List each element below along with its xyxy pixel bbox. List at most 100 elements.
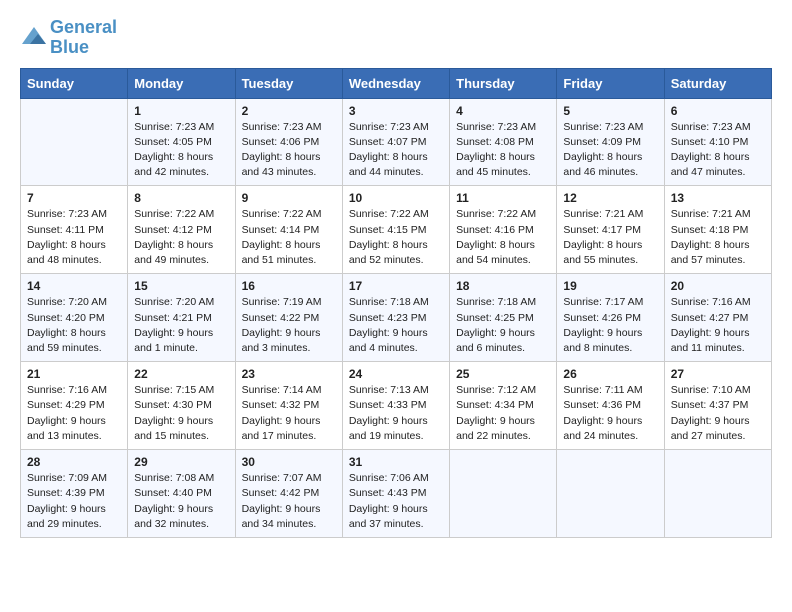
day-number: 8 xyxy=(134,191,228,205)
cell-info-line: Daylight: 9 hours xyxy=(242,502,336,517)
cell-info-line: Sunrise: 7:20 AM xyxy=(134,295,228,310)
cell-info-line: Sunset: 4:32 PM xyxy=(242,398,336,413)
cell-info-line: Sunset: 4:09 PM xyxy=(563,135,657,150)
cell-info-line: Sunrise: 7:22 AM xyxy=(242,207,336,222)
day-number: 26 xyxy=(563,367,657,381)
header-cell-wednesday: Wednesday xyxy=(342,68,449,98)
cell-info-line: Sunrise: 7:19 AM xyxy=(242,295,336,310)
day-number: 5 xyxy=(563,104,657,118)
cell-info-line: Sunrise: 7:17 AM xyxy=(563,295,657,310)
cell-info-line: Daylight: 8 hours xyxy=(563,238,657,253)
day-number: 7 xyxy=(27,191,121,205)
calendar-cell: 17Sunrise: 7:18 AMSunset: 4:23 PMDayligh… xyxy=(342,274,449,362)
header-cell-tuesday: Tuesday xyxy=(235,68,342,98)
cell-info-line: Daylight: 8 hours xyxy=(563,150,657,165)
header: General Blue xyxy=(20,18,772,58)
day-number: 2 xyxy=(242,104,336,118)
calendar-cell: 30Sunrise: 7:07 AMSunset: 4:42 PMDayligh… xyxy=(235,450,342,538)
cell-info-line: Daylight: 8 hours xyxy=(242,150,336,165)
cell-info-line: Sunrise: 7:22 AM xyxy=(134,207,228,222)
cell-info-line: and 24 minutes. xyxy=(563,429,657,444)
cell-info-line: Sunset: 4:29 PM xyxy=(27,398,121,413)
calendar-cell: 2Sunrise: 7:23 AMSunset: 4:06 PMDaylight… xyxy=(235,98,342,186)
cell-info-line: and 45 minutes. xyxy=(456,165,550,180)
cell-info-line: and 52 minutes. xyxy=(349,253,443,268)
cell-info-line: and 6 minutes. xyxy=(456,341,550,356)
day-number: 20 xyxy=(671,279,765,293)
cell-info-line: Sunset: 4:05 PM xyxy=(134,135,228,150)
calendar-cell xyxy=(21,98,128,186)
cell-info-line: Sunrise: 7:23 AM xyxy=(27,207,121,222)
cell-info-line: Sunrise: 7:22 AM xyxy=(456,207,550,222)
day-number: 3 xyxy=(349,104,443,118)
cell-info-line: and 57 minutes. xyxy=(671,253,765,268)
logo-icon xyxy=(20,24,48,52)
day-number: 10 xyxy=(349,191,443,205)
cell-info-line: Sunset: 4:33 PM xyxy=(349,398,443,413)
cell-info-line: and 46 minutes. xyxy=(563,165,657,180)
cell-info-line: Sunset: 4:34 PM xyxy=(456,398,550,413)
cell-info-line: Daylight: 8 hours xyxy=(134,150,228,165)
day-number: 31 xyxy=(349,455,443,469)
calendar-cell: 25Sunrise: 7:12 AMSunset: 4:34 PMDayligh… xyxy=(450,362,557,450)
cell-info-line: Daylight: 8 hours xyxy=(671,238,765,253)
cell-info-line: Daylight: 8 hours xyxy=(456,238,550,253)
calendar-cell xyxy=(557,450,664,538)
cell-info-line: Daylight: 9 hours xyxy=(349,326,443,341)
calendar-cell: 10Sunrise: 7:22 AMSunset: 4:15 PMDayligh… xyxy=(342,186,449,274)
cell-info-line: Daylight: 8 hours xyxy=(134,238,228,253)
day-number: 6 xyxy=(671,104,765,118)
cell-info-line: Sunset: 4:08 PM xyxy=(456,135,550,150)
cell-info-line: Sunrise: 7:09 AM xyxy=(27,471,121,486)
calendar-cell: 26Sunrise: 7:11 AMSunset: 4:36 PMDayligh… xyxy=(557,362,664,450)
calendar-cell: 6Sunrise: 7:23 AMSunset: 4:10 PMDaylight… xyxy=(664,98,771,186)
calendar-week-3: 14Sunrise: 7:20 AMSunset: 4:20 PMDayligh… xyxy=(21,274,772,362)
cell-info-line: Sunset: 4:14 PM xyxy=(242,223,336,238)
cell-info-line: and 55 minutes. xyxy=(563,253,657,268)
cell-info-line: Sunset: 4:37 PM xyxy=(671,398,765,413)
cell-info-line: Sunset: 4:40 PM xyxy=(134,486,228,501)
day-number: 29 xyxy=(134,455,228,469)
cell-info-line: Sunset: 4:17 PM xyxy=(563,223,657,238)
calendar-week-5: 28Sunrise: 7:09 AMSunset: 4:39 PMDayligh… xyxy=(21,450,772,538)
cell-info-line: and 34 minutes. xyxy=(242,517,336,532)
cell-info-line: Sunrise: 7:20 AM xyxy=(27,295,121,310)
cell-info-line: Sunset: 4:11 PM xyxy=(27,223,121,238)
header-row: SundayMondayTuesdayWednesdayThursdayFrid… xyxy=(21,68,772,98)
calendar-cell: 11Sunrise: 7:22 AMSunset: 4:16 PMDayligh… xyxy=(450,186,557,274)
cell-info-line: Sunrise: 7:14 AM xyxy=(242,383,336,398)
day-number: 1 xyxy=(134,104,228,118)
cell-info-line: Sunset: 4:18 PM xyxy=(671,223,765,238)
calendar-cell: 21Sunrise: 7:16 AMSunset: 4:29 PMDayligh… xyxy=(21,362,128,450)
cell-info-line: Daylight: 8 hours xyxy=(349,238,443,253)
cell-info-line: Daylight: 9 hours xyxy=(27,414,121,429)
cell-info-line: Sunset: 4:06 PM xyxy=(242,135,336,150)
day-number: 27 xyxy=(671,367,765,381)
calendar-cell: 15Sunrise: 7:20 AMSunset: 4:21 PMDayligh… xyxy=(128,274,235,362)
cell-info-line: Sunrise: 7:23 AM xyxy=(456,120,550,135)
day-number: 23 xyxy=(242,367,336,381)
cell-info-line: and 27 minutes. xyxy=(671,429,765,444)
cell-info-line: Sunrise: 7:23 AM xyxy=(671,120,765,135)
calendar-cell: 18Sunrise: 7:18 AMSunset: 4:25 PMDayligh… xyxy=(450,274,557,362)
cell-info-line: and 29 minutes. xyxy=(27,517,121,532)
cell-info-line: Sunset: 4:16 PM xyxy=(456,223,550,238)
cell-info-line: and 47 minutes. xyxy=(671,165,765,180)
cell-info-line: Sunrise: 7:21 AM xyxy=(563,207,657,222)
calendar-cell: 13Sunrise: 7:21 AMSunset: 4:18 PMDayligh… xyxy=(664,186,771,274)
day-number: 25 xyxy=(456,367,550,381)
cell-info-line: Sunrise: 7:11 AM xyxy=(563,383,657,398)
calendar-cell: 20Sunrise: 7:16 AMSunset: 4:27 PMDayligh… xyxy=(664,274,771,362)
day-number: 17 xyxy=(349,279,443,293)
cell-info-line: Sunrise: 7:23 AM xyxy=(563,120,657,135)
day-number: 30 xyxy=(242,455,336,469)
day-number: 22 xyxy=(134,367,228,381)
day-number: 14 xyxy=(27,279,121,293)
cell-info-line: Sunset: 4:15 PM xyxy=(349,223,443,238)
cell-info-line: Sunrise: 7:06 AM xyxy=(349,471,443,486)
calendar-cell: 1Sunrise: 7:23 AMSunset: 4:05 PMDaylight… xyxy=(128,98,235,186)
calendar-cell: 23Sunrise: 7:14 AMSunset: 4:32 PMDayligh… xyxy=(235,362,342,450)
cell-info-line: Sunrise: 7:16 AM xyxy=(27,383,121,398)
cell-info-line: Daylight: 9 hours xyxy=(671,414,765,429)
cell-info-line: Daylight: 9 hours xyxy=(134,414,228,429)
